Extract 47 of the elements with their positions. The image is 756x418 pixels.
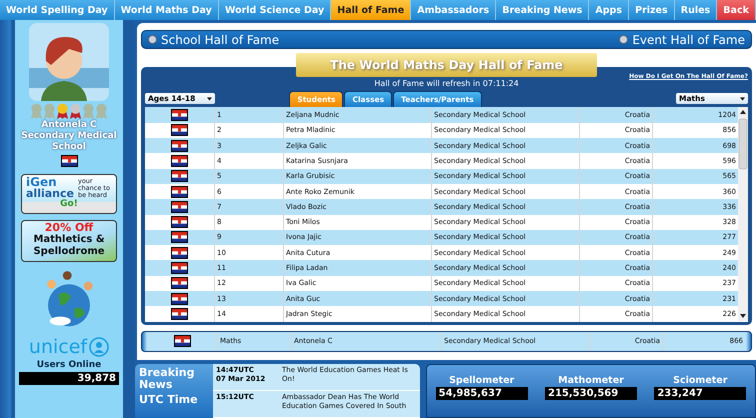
flag-icon: [172, 156, 187, 166]
nav-tab[interactable]: Rules: [674, 0, 718, 20]
flag-icon: [172, 125, 187, 136]
scrollbar-drawing[interactable]: [738, 107, 748, 322]
profile-name: Antonela C: [40, 120, 98, 131]
hall-radio[interactable]: School Hall of Fame: [148, 32, 280, 47]
caret-icon: [740, 96, 745, 101]
hall-radio[interactable]: Event Hall of Fame: [619, 32, 745, 47]
flag-icon: [172, 278, 187, 288]
users-online-counter: 39,878: [19, 372, 119, 385]
nav-tab[interactable]: Back: [717, 0, 756, 20]
utc-heading: UTC Time: [139, 394, 199, 406]
flag-icon: [62, 156, 76, 166]
nav-tab[interactable]: Apps: [589, 0, 630, 20]
meter-counter: 215,530,569: [544, 387, 637, 400]
meter-label: Sciometer: [673, 375, 728, 386]
title-ribbon: The World Maths Day Hall of Fame: [296, 53, 597, 78]
nav-tab[interactable]: Ambassadors: [411, 0, 496, 20]
flag-icon: [172, 308, 187, 319]
flag-icon: [172, 263, 187, 274]
meter-label: Mathometer: [558, 375, 624, 386]
flag-icon: [172, 232, 187, 242]
nav-tab[interactable]: Breaking News: [496, 0, 590, 20]
nav-tab[interactable]: Prizes: [629, 0, 675, 20]
meter-label: Spellometer: [449, 375, 514, 386]
nav-tab[interactable]: World Maths Day: [114, 0, 219, 20]
flag-icon: [172, 294, 187, 304]
refresh-timer: Hall of Fame will refresh in 07:11:24: [374, 79, 519, 90]
flag-icon: [172, 248, 187, 258]
flag-icon: [172, 110, 187, 120]
caret-icon: [207, 96, 212, 101]
flag-icon: [172, 171, 187, 182]
nav-tab[interactable]: World Spelling Day: [0, 0, 115, 20]
users-online-label: Users Online: [36, 360, 102, 370]
profile-school: Secondary Medical School: [20, 131, 118, 153]
nav-tab[interactable]: World Science Day: [218, 0, 332, 20]
news-heading: Breaking News: [139, 367, 196, 391]
nav-tab[interactable]: Hall of Fame: [331, 0, 412, 20]
flag-icon: [172, 202, 187, 212]
flag-icon: [172, 186, 187, 197]
flag-icon: [172, 217, 187, 228]
meter-counter: 233,247: [654, 387, 746, 400]
offer-banner[interactable]: 20% Off Mathletics & Spellodrome: [21, 220, 117, 262]
unicef-logo-text: unicef: [28, 336, 88, 358]
meter-counter: 54,985,637: [436, 387, 528, 400]
flag-icon: [175, 336, 190, 346]
flag-icon: [172, 140, 187, 151]
